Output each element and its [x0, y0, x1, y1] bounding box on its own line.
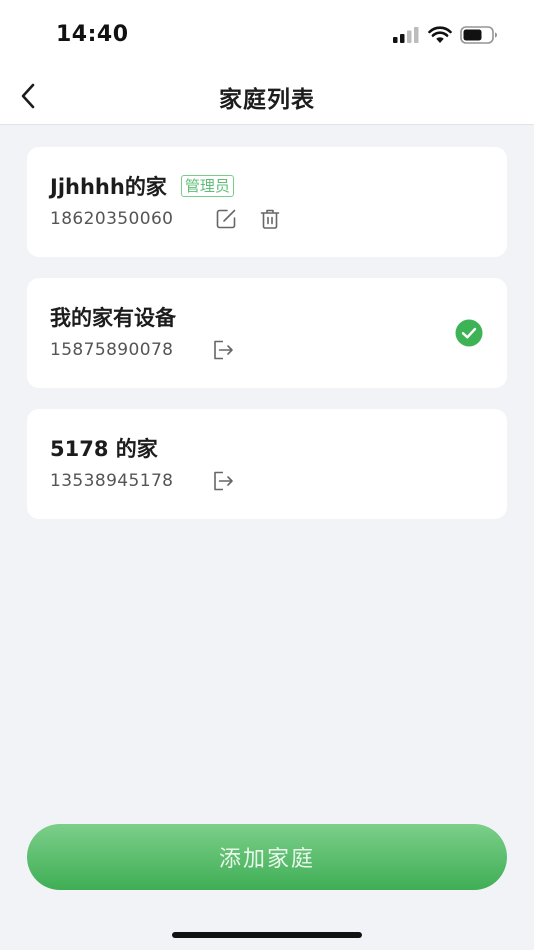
nav-bar: 家庭列表: [0, 70, 534, 125]
leave-family-button[interactable]: [210, 337, 236, 363]
exit-icon: [214, 340, 233, 360]
edit-icon: [216, 209, 236, 229]
family-name-row: 我的家有设备: [50, 302, 176, 332]
family-name-row: Jjhhhh的家 管理员: [50, 171, 234, 201]
family-name: 5178 的家: [50, 437, 158, 461]
family-name: Jjhhhh的家: [50, 175, 167, 199]
status-icons: [392, 26, 498, 44]
admin-badge: 管理员: [180, 175, 234, 197]
family-card[interactable]: 我的家有设备 15875890078: [27, 278, 507, 388]
exit-icon: [214, 471, 233, 491]
leave-family-button[interactable]: [210, 468, 236, 494]
family-list-screen: 14:40 家庭列表 Jjhhhh的家 管理员 18620350060 我的家有…: [0, 0, 534, 950]
family-name: 我的家有设备: [50, 306, 176, 330]
add-family-button[interactable]: 添加家庭: [27, 824, 507, 890]
edit-button[interactable]: [213, 206, 239, 232]
trash-icon: [260, 209, 280, 229]
wifi-icon: [428, 26, 452, 43]
status-time: 14:40: [56, 22, 129, 47]
selected-check-icon: [455, 319, 483, 347]
family-name-row: 5178 的家: [50, 433, 158, 463]
family-phone: 18620350060: [50, 209, 174, 229]
cellular-signal-icon: [393, 27, 419, 43]
status-bar: 14:40: [0, 0, 534, 70]
family-phone: 13538945178: [50, 471, 174, 491]
delete-button[interactable]: [257, 206, 283, 232]
family-card[interactable]: Jjhhhh的家 管理员 18620350060: [27, 147, 507, 257]
family-phone: 15875890078: [50, 340, 174, 360]
page-title: 家庭列表: [219, 87, 315, 113]
battery-icon: [460, 26, 497, 44]
home-indicator: [172, 932, 362, 938]
family-card[interactable]: 5178 的家 13538945178: [27, 409, 507, 519]
